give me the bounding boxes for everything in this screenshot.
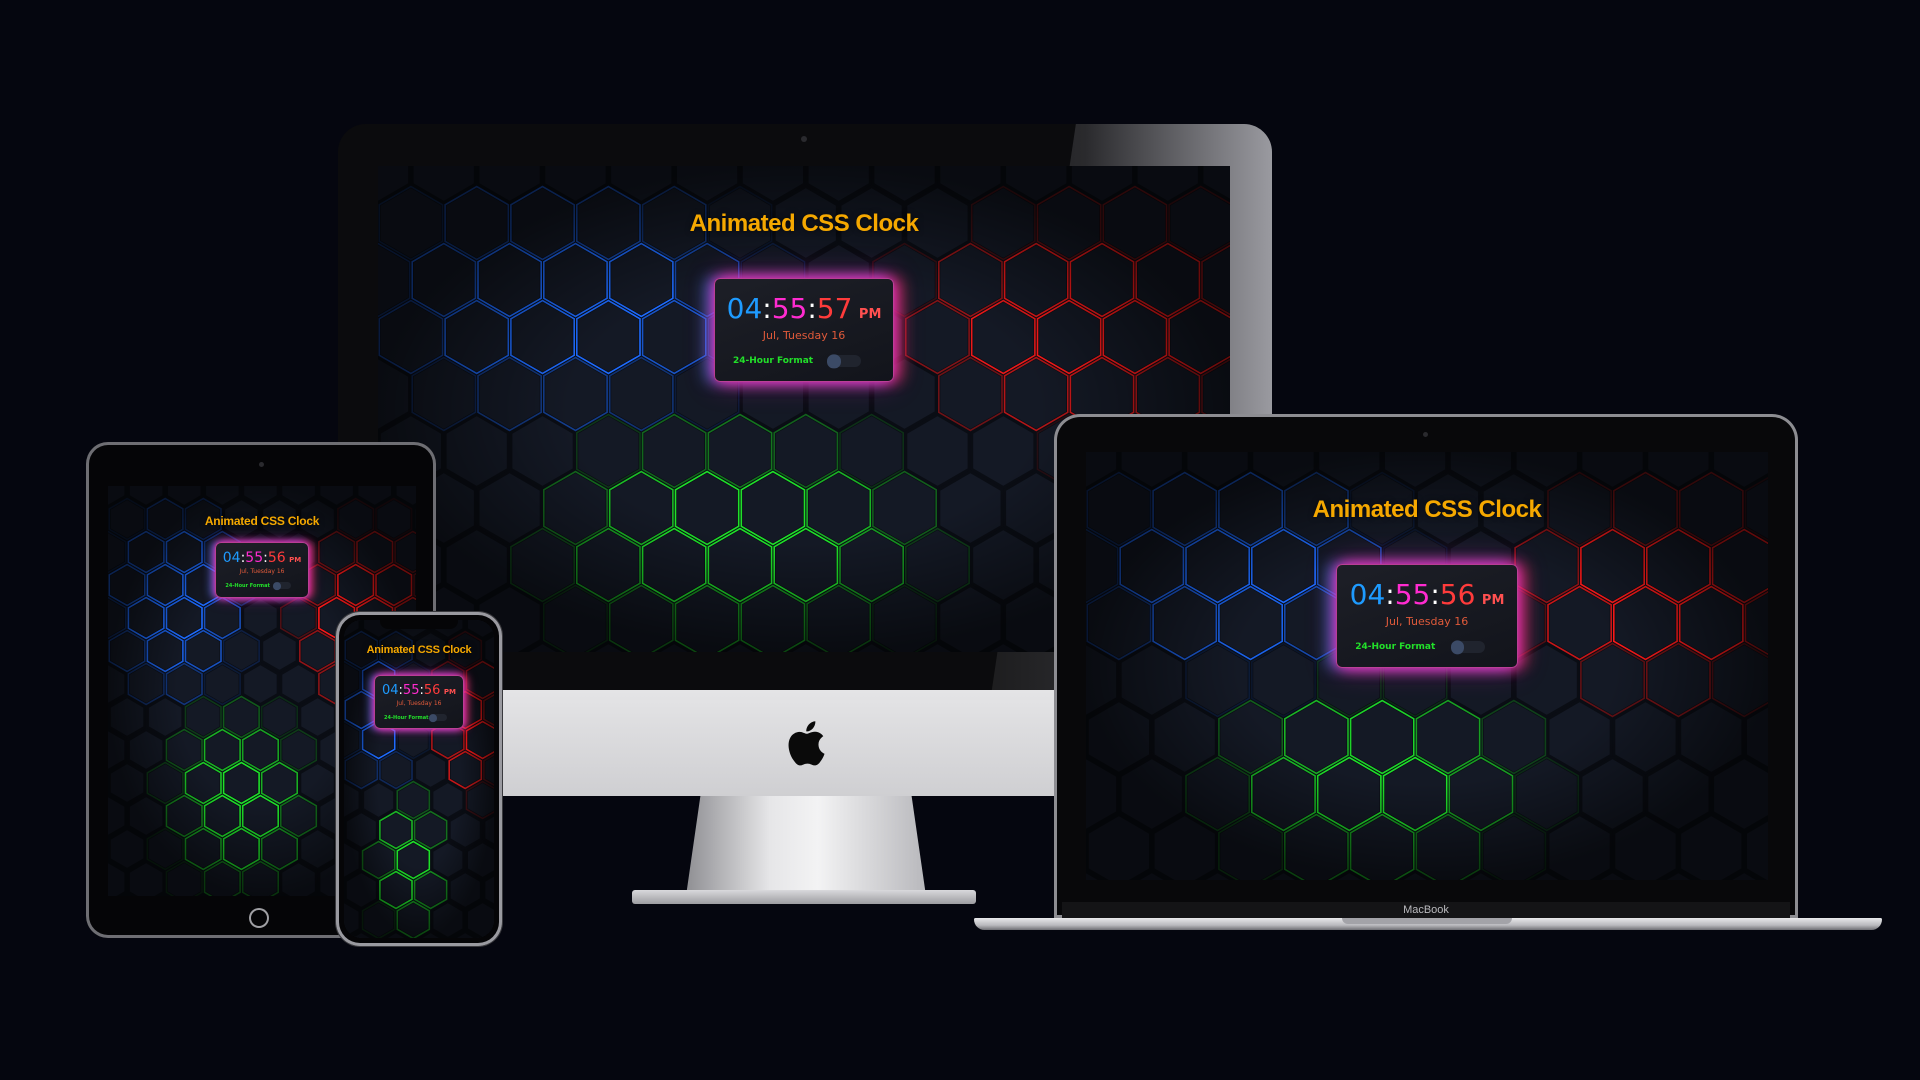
clock-date: Jul, Tuesday 16 [762,329,846,343]
clock-hours: 04 [1349,577,1386,611]
apple-logo-icon [788,721,825,766]
format-row: 24-Hour Format [1355,640,1499,655]
macbook-hinge: MacBook [1062,902,1790,918]
clock-card: 04:55:57 PM Jul, Tuesday 16 24-Hour Forma… [714,278,894,383]
clock-hours: 04 [726,291,763,325]
clock-card: 04:55:56 PM Jul, Tuesday 16 24-Hour Forma… [374,675,464,730]
clock-minutes: 55 [1394,577,1431,611]
mockup-stage: Animated CSS Clock 04:55:57 PM Jul, Tuesd… [0,0,1920,1080]
clock-ampm: PM [443,687,457,696]
toggle-knob [273,582,282,590]
24-hour-toggle[interactable] [428,714,447,722]
toggle-knob [1451,640,1465,655]
ipad-home-button[interactable] [249,908,269,928]
24-hour-toggle[interactable] [827,354,862,369]
ipad-camera [259,462,264,467]
clock-minutes: 55 [402,682,420,698]
clock-separator: : [1430,577,1440,611]
iphone-notch [380,619,458,629]
clock-minutes: 55 [771,291,808,325]
macbook-thumb-notch [1342,918,1512,924]
format-row: 24-Hour Format [225,582,298,590]
clock-date: Jul, Tuesday 16 [239,568,285,576]
clock-date: Jul, Tuesday 16 [1385,615,1469,629]
clock-hours: 04 [381,682,399,698]
iphone-screen: Animated CSS Clock 04:55:56 PM Jul, Tuesd… [344,620,494,938]
clock-card: 04:55:56 PM Jul, Tuesday 16 24-Hour Forma… [1336,564,1518,669]
clock-time: 04:55:56 PM [1350,578,1505,611]
macbook-screen: Animated CSS Clock 04:55:56 PM Jul, Tuesd… [1086,452,1768,880]
format-row: 24-Hour Format [384,714,454,722]
toggle-knob [428,714,437,722]
clock-time: 04:55:56 PM [223,550,302,566]
clock-ampm: PM [1481,592,1505,608]
clock-ampm: PM [289,555,302,564]
clock-seconds: 56 [267,549,286,566]
clock-separator: : [807,291,817,325]
clock-seconds: 57 [816,291,853,325]
app-title: Animated CSS Clock [689,210,919,237]
format-label: 24-Hour Format [225,582,270,589]
macbook-camera [1423,432,1428,437]
app-title: Animated CSS Clock [366,644,472,656]
clock-card: 04:55:56 PM Jul, Tuesday 16 24-Hour Forma… [215,542,309,599]
24-hour-toggle[interactable] [273,582,292,590]
app-title: Animated CSS Clock [204,514,320,528]
format-row: 24-Hour Format [733,354,875,369]
clock-minutes: 55 [245,549,264,566]
clock-ampm: PM [858,306,882,322]
imac-stand [686,796,926,896]
format-label: 24-Hour Format [384,714,429,721]
format-label: 24-Hour Format [733,356,814,367]
clock-date: Jul, Tuesday 16 [396,700,442,708]
24-hour-toggle[interactable] [1451,640,1486,655]
clock-time: 04:55:56 PM [382,683,456,698]
macbook-brand-label: MacBook [1403,904,1449,916]
clock-seconds: 56 [423,682,441,698]
toggle-knob [827,354,841,369]
imac-camera [801,136,807,142]
app-title: Animated CSS Clock [1312,496,1542,523]
clock-separator: : [762,291,772,325]
imac-stand-foot [632,890,976,904]
clock-hours: 04 [222,549,241,566]
clock-separator: : [1385,577,1395,611]
clock-seconds: 56 [1439,577,1476,611]
clock-time: 04:55:57 PM [727,292,882,325]
format-label: 24-Hour Format [1355,642,1436,653]
